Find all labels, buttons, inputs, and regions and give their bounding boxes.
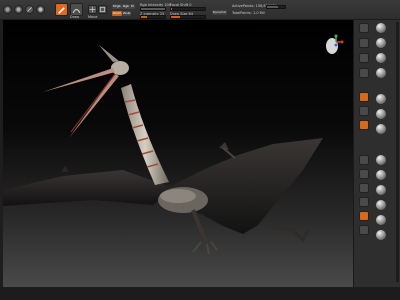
bpr-button[interactable] — [359, 23, 369, 33]
rgb-toggle[interactable]: Rgb — [122, 4, 130, 9]
zadd-toggle[interactable]: Zadd — [112, 11, 122, 16]
material-sphere-12[interactable] — [376, 215, 386, 225]
zoom-button[interactable] — [359, 68, 369, 78]
mrgb-toggle[interactable]: Mrgb — [112, 4, 122, 9]
lightbox-icon[interactable] — [14, 5, 23, 14]
material-sphere-3[interactable] — [376, 53, 386, 63]
material-sphere-2[interactable] — [376, 38, 386, 48]
material-sphere-8[interactable] — [376, 155, 386, 165]
draw-size-fill — [171, 16, 180, 18]
floor-button[interactable] — [359, 106, 369, 116]
move-label: Move — [88, 15, 98, 19]
z-intensity-fill — [141, 16, 147, 18]
gxyz-button[interactable] — [359, 169, 369, 179]
head — [111, 61, 129, 75]
dynamic-toggle[interactable]: Dynamic — [212, 10, 228, 15]
polyf-button[interactable] — [359, 211, 369, 221]
z-intensity-slider[interactable] — [140, 15, 166, 19]
shelf-scrollbar[interactable] — [396, 22, 399, 282]
zsub-toggle[interactable]: Zsub — [122, 11, 132, 16]
material-sphere-6[interactable] — [376, 109, 386, 119]
scroll-button[interactable] — [359, 53, 369, 63]
draw-label: Draw — [70, 15, 80, 19]
material-sphere-7[interactable] — [376, 124, 386, 134]
material-sphere-13[interactable] — [376, 230, 386, 240]
edit-button[interactable] — [55, 3, 68, 16]
move-button[interactable] — [88, 5, 97, 14]
brush-icon[interactable] — [36, 5, 45, 14]
draw-size-slider[interactable] — [170, 15, 206, 19]
viewport-canvas[interactable] — [3, 20, 353, 287]
spix-button[interactable] — [359, 38, 369, 48]
persp-button[interactable] — [359, 92, 369, 102]
material-sphere-10[interactable] — [376, 185, 386, 195]
rgb-intensity-slider[interactable] — [140, 7, 166, 11]
move-shelf-button[interactable] — [359, 197, 369, 207]
lsym-button[interactable] — [359, 155, 369, 165]
bottom-tray — [0, 287, 400, 300]
view-slider[interactable] — [266, 5, 286, 9]
left-wing — [3, 170, 173, 206]
material-sphere-11[interactable] — [376, 200, 386, 210]
top-toolbar: Draw Move Mrgb Rgb M Zadd Zsub Rgb Inten… — [0, 0, 400, 20]
transp-button[interactable] — [359, 225, 369, 235]
material-sphere-5[interactable] — [376, 94, 386, 104]
pterosaur-model — [3, 45, 323, 255]
material-sphere-4[interactable] — [376, 68, 386, 78]
focal-shift-slider[interactable] — [170, 7, 206, 11]
right-wing — [163, 138, 323, 234]
material-sphere[interactable] — [376, 23, 386, 33]
beak-lower — [69, 74, 119, 138]
frame-button[interactable] — [359, 183, 369, 193]
rgb-intensity-fill — [141, 8, 165, 10]
neck — [121, 84, 169, 185]
material-sphere-9[interactable] — [376, 170, 386, 180]
scale-button[interactable] — [98, 5, 107, 14]
quick-sketch-icon[interactable] — [25, 5, 34, 14]
projection-master-icon[interactable] — [3, 5, 12, 14]
right-shelf — [353, 20, 400, 287]
m-toggle[interactable]: M — [130, 4, 135, 9]
view-slider-fill — [267, 6, 278, 8]
navigation-gizmo[interactable] — [322, 32, 344, 58]
total-points-readout: TotalPoints: 1.0 Mil — [232, 11, 265, 15]
foot — [192, 241, 218, 255]
focal-shift-fill — [171, 8, 173, 10]
local-button[interactable] — [359, 120, 369, 130]
